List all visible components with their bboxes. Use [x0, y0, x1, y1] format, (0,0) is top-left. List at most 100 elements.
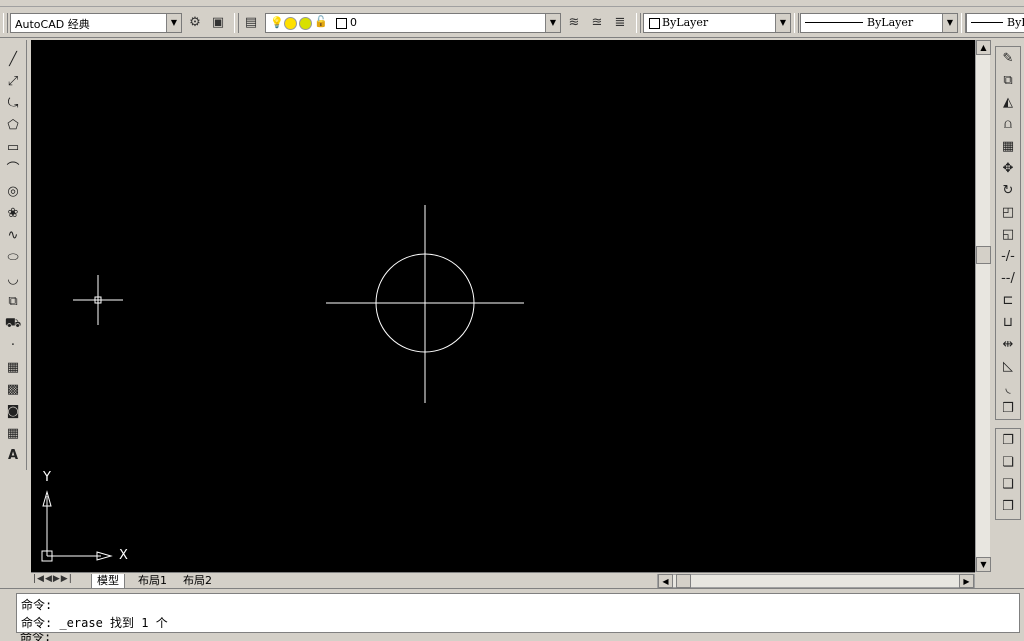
- chevron-down-icon[interactable]: ▼: [545, 14, 560, 32]
- linetype-combo[interactable]: ByLayer ▼: [800, 13, 958, 33]
- spline-icon[interactable]: ∿: [2, 226, 24, 246]
- workspace-value: AutoCAD 经典: [15, 18, 90, 31]
- layer-combo[interactable]: 💡 🔓 0 ▼: [265, 13, 561, 33]
- scroll-left-arrow-icon[interactable]: ◀: [658, 574, 673, 588]
- linetype-sample: [805, 22, 863, 23]
- extend-icon[interactable]: --/: [997, 269, 1019, 289]
- break-at-point-icon[interactable]: ⊏: [997, 291, 1019, 311]
- chevron-down-icon[interactable]: ▼: [775, 14, 790, 32]
- erase-icon[interactable]: ✎: [997, 49, 1019, 69]
- sun-icon: [284, 17, 297, 30]
- freeze-viewport-icon: [299, 17, 312, 30]
- modify-toolbar: ✎ ⧉ ◭ ⩍ ▦ ✥ ↻ ◰ ◱ -/- --/ ⊏ ⊔ ⇹ ◺ ◟ ❒: [995, 46, 1021, 420]
- workspace-combo[interactable]: AutoCAD 经典 ▼: [10, 13, 182, 33]
- horizontal-scrollbar[interactable]: ◀ ▶: [657, 574, 975, 588]
- draw-toolbar: ╱ ⤢ ⤿ ⬠ ▭ ⌒ ◎ ❀ ∿ ⬭ ◡ ⧉ ⛟ · ▦ ▩ ◙ ▦ A: [0, 40, 27, 470]
- crosshair-cursor: [73, 275, 123, 325]
- rectangle-icon[interactable]: ▭: [2, 138, 24, 158]
- mirror-icon[interactable]: ◭: [997, 93, 1019, 113]
- region-icon[interactable]: ◙: [2, 402, 24, 422]
- toolbar-grip[interactable]: [794, 13, 799, 33]
- send-to-back-icon[interactable]: ❏: [997, 453, 1019, 473]
- chamfer-icon[interactable]: ◺: [997, 357, 1019, 377]
- standard-toolbar-strip: [0, 0, 1024, 7]
- polygon-icon[interactable]: ⬠: [2, 116, 24, 136]
- linetype-value: ByLayer: [867, 16, 914, 29]
- scroll-up-arrow-icon[interactable]: ▲: [976, 40, 991, 55]
- bring-above-icon[interactable]: ❑: [997, 475, 1019, 495]
- circle-icon[interactable]: ◎: [2, 182, 24, 202]
- tab-navigation-arrows-icon[interactable]: |◀◀▶▶|: [33, 574, 73, 584]
- scale-icon[interactable]: ◰: [997, 203, 1019, 223]
- toolbar-grip[interactable]: [636, 13, 641, 33]
- drawing-canvas[interactable]: Y X: [31, 40, 975, 572]
- lightbulb-icon: 💡: [270, 16, 284, 29]
- copy-icon[interactable]: ⧉: [997, 71, 1019, 91]
- layer-color-swatch: [336, 18, 347, 29]
- ucs-y-label: Y: [43, 470, 51, 485]
- bring-to-front-icon[interactable]: ❐: [997, 431, 1019, 451]
- lineweight-value: ByL: [1007, 16, 1024, 29]
- tab-layout1[interactable]: 布局1: [133, 574, 172, 588]
- color-value: ByLayer: [662, 16, 709, 29]
- offset-icon[interactable]: ⩍: [997, 115, 1019, 135]
- join-icon[interactable]: ⇹: [997, 335, 1019, 355]
- insert-block-icon[interactable]: ⧉: [2, 292, 24, 312]
- make-block-icon[interactable]: ⛟: [2, 314, 24, 334]
- vertical-scrollbar[interactable]: ▲ ▼: [975, 40, 991, 572]
- tab-layout2[interactable]: 布局2: [178, 574, 217, 588]
- send-under-icon[interactable]: ❒: [997, 497, 1019, 517]
- color-combo[interactable]: ByLayer ▼: [643, 13, 791, 33]
- lineweight-combo[interactable]: ByL: [966, 13, 1024, 33]
- workspace-settings-icon[interactable]: ▣: [208, 13, 228, 33]
- table-icon[interactable]: ▦: [2, 424, 24, 444]
- draw-order-toolbar: ❐ ❏ ❑ ❒: [995, 428, 1021, 520]
- gradient-icon[interactable]: ▩: [2, 380, 24, 400]
- ucs-x-label: X: [119, 548, 128, 563]
- command-window: 命令: 命令: _erase 找到 1 个 命令:: [0, 588, 1024, 641]
- ellipse-icon[interactable]: ⬭: [2, 248, 24, 268]
- layer-previous-icon[interactable]: ≊: [587, 13, 607, 33]
- chevron-down-icon[interactable]: ▼: [166, 14, 181, 32]
- scroll-thumb[interactable]: [976, 246, 991, 264]
- point-icon[interactable]: ·: [2, 336, 24, 356]
- gear-icon[interactable]: ⚙: [185, 13, 205, 33]
- break-icon[interactable]: ⊔: [997, 313, 1019, 333]
- workspace-layers-toolbar: AutoCAD 经典 ▼ ⚙ ▣ ▤ 💡 🔓 0 ▼ ≋ ≊ ≣ ByLayer…: [0, 7, 1024, 38]
- command-line-1: 命令:: [21, 598, 53, 612]
- scroll-down-arrow-icon[interactable]: ▼: [976, 557, 991, 572]
- toolbar-grip[interactable]: [3, 13, 8, 33]
- multiline-text-icon[interactable]: A: [2, 446, 24, 466]
- chevron-down-icon[interactable]: ▼: [942, 14, 957, 32]
- revision-cloud-icon[interactable]: ❀: [2, 204, 24, 224]
- make-current-layer-icon[interactable]: ≋: [564, 13, 584, 33]
- array-icon[interactable]: ▦: [997, 137, 1019, 157]
- color-swatch: [649, 18, 660, 29]
- tab-model[interactable]: 模型: [91, 574, 125, 589]
- layer-name: 0: [350, 16, 357, 29]
- layer-manager-icon[interactable]: ▤: [241, 13, 261, 33]
- line-icon[interactable]: ╱: [2, 50, 24, 70]
- explode-icon[interactable]: ❒: [997, 399, 1019, 419]
- layer-state-icon[interactable]: ≣: [610, 13, 630, 33]
- hatch-icon[interactable]: ▦: [2, 358, 24, 378]
- command-line-2: 命令: _erase 找到 1 个: [21, 616, 168, 630]
- rotate-icon[interactable]: ↻: [997, 181, 1019, 201]
- arc-icon[interactable]: ⌒: [2, 160, 24, 180]
- move-icon[interactable]: ✥: [997, 159, 1019, 179]
- scroll-thumb-horizontal[interactable]: [676, 574, 691, 588]
- lineweight-sample: [971, 22, 1003, 23]
- drawing-svg: [41, 205, 524, 562]
- toolbar-grip[interactable]: [234, 13, 239, 33]
- layout-tab-bar: |◀◀▶▶| 模型 布局1 布局2 ◀ ▶: [31, 572, 975, 589]
- trim-icon[interactable]: -/-: [997, 247, 1019, 267]
- construction-line-icon[interactable]: ⤢: [2, 72, 24, 92]
- fillet-icon[interactable]: ◟: [997, 379, 1019, 399]
- ucs-icon: [41, 490, 113, 562]
- ellipse-arc-icon[interactable]: ◡: [2, 270, 24, 290]
- lock-icon: 🔓: [314, 15, 328, 28]
- polyline-icon[interactable]: ⤿: [2, 94, 24, 114]
- scroll-right-arrow-icon[interactable]: ▶: [959, 574, 974, 588]
- command-history[interactable]: 命令: 命令: _erase 找到 1 个: [16, 593, 1020, 633]
- stretch-icon[interactable]: ◱: [997, 225, 1019, 245]
